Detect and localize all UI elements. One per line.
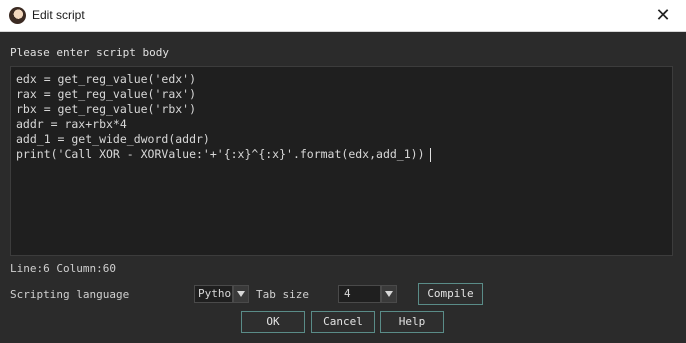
- text-caret: [430, 148, 431, 162]
- code-line: edx = get_reg_value('edx'): [16, 72, 197, 86]
- prompt-label: Please enter script body: [10, 46, 169, 59]
- code-line: rbx = get_reg_value('rbx'): [16, 102, 197, 116]
- edit-script-dialog: Please enter script body edx = get_reg_v…: [0, 32, 686, 343]
- ok-button[interactable]: OK: [241, 311, 305, 333]
- help-button[interactable]: Help: [380, 311, 444, 333]
- tab-size-select[interactable]: 4: [338, 285, 381, 303]
- app-icon: [9, 7, 26, 24]
- window-title: Edit script: [32, 8, 85, 22]
- code-line: addr = rax+rbx*4: [16, 117, 127, 131]
- cancel-button[interactable]: Cancel: [311, 311, 375, 333]
- compile-button[interactable]: Compile: [418, 283, 483, 305]
- chevron-down-icon[interactable]: [233, 285, 249, 303]
- script-editor[interactable]: edx = get_reg_value('edx') rax = get_reg…: [10, 66, 673, 256]
- chevron-down-icon[interactable]: [381, 285, 397, 303]
- tab-size-label: Tab size: [256, 288, 309, 301]
- code-line: print('Call XOR - XORValue:'+'{:x}^{:x}'…: [16, 147, 425, 161]
- scripting-language-select[interactable]: Python: [194, 285, 233, 303]
- scripting-language-label: Scripting language: [10, 288, 130, 301]
- close-button[interactable]: ✕: [640, 0, 686, 31]
- code-line: add_1 = get_wide_dword(addr): [16, 132, 210, 146]
- cursor-position-status: Line:6 Column:60: [10, 262, 116, 275]
- code-line: rax = get_reg_value('rax'): [16, 87, 197, 101]
- title-bar: Edit script ✕: [0, 0, 686, 32]
